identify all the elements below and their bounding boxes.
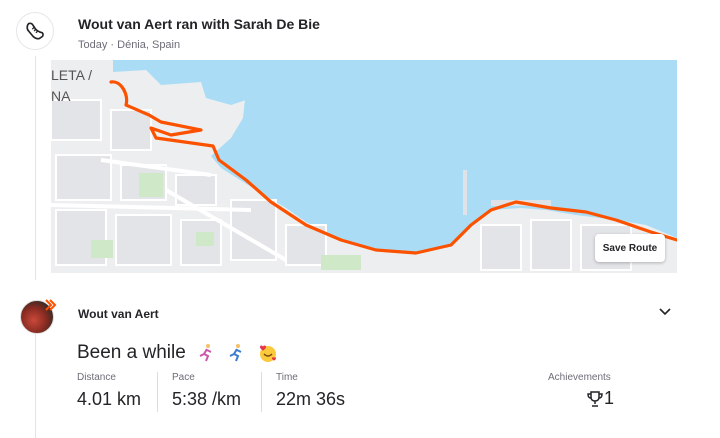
activity-header-title[interactable]: Wout van Aert ran with Sarah De Bie [78, 16, 320, 32]
stat-label: Distance [77, 372, 116, 383]
smiling-face-with-hearts-icon [259, 345, 276, 362]
activity-title[interactable]: Been a while [77, 342, 279, 364]
stat-time: Time 22m 36s [276, 372, 345, 410]
trophy-icon [587, 390, 603, 407]
stat-label: Time [276, 372, 298, 383]
athlete-name[interactable]: Wout van Aert [78, 307, 159, 321]
running-woman-emoji-icon [199, 344, 212, 362]
activity-date-location: Today · Dénia, Spain [78, 39, 181, 51]
stat-distance: Distance 4.01 km [77, 372, 141, 410]
running-man-emoji-icon [229, 344, 242, 362]
stat-label: Pace [172, 372, 195, 383]
timeline-line [35, 332, 36, 438]
stat-value: 22m 36s [276, 389, 346, 409]
stat-value: 5:38 /km [172, 389, 242, 409]
timeline-line [35, 56, 36, 280]
activity-title-text[interactable]: Been a while [77, 342, 186, 363]
stat-divider [157, 372, 158, 412]
save-route-button[interactable]: Save Route [595, 234, 665, 262]
achievements-label: Achievements [548, 372, 611, 383]
achievements-count[interactable]: 1 [586, 388, 614, 409]
map-label-top: LETA / [51, 67, 92, 83]
subscriber-badge-icon [45, 299, 57, 311]
stat-value: 4.01 km [77, 389, 142, 409]
stat-divider [261, 372, 262, 412]
stat-pace: Pace 5:38 /km [172, 372, 241, 410]
route-map[interactable]: LETA / NA [51, 60, 677, 273]
achievements-value: 1 [604, 388, 615, 408]
map-label-bottom: NA [51, 88, 71, 104]
running-shoe-icon [16, 12, 54, 50]
chevron-down-icon[interactable] [658, 306, 672, 318]
